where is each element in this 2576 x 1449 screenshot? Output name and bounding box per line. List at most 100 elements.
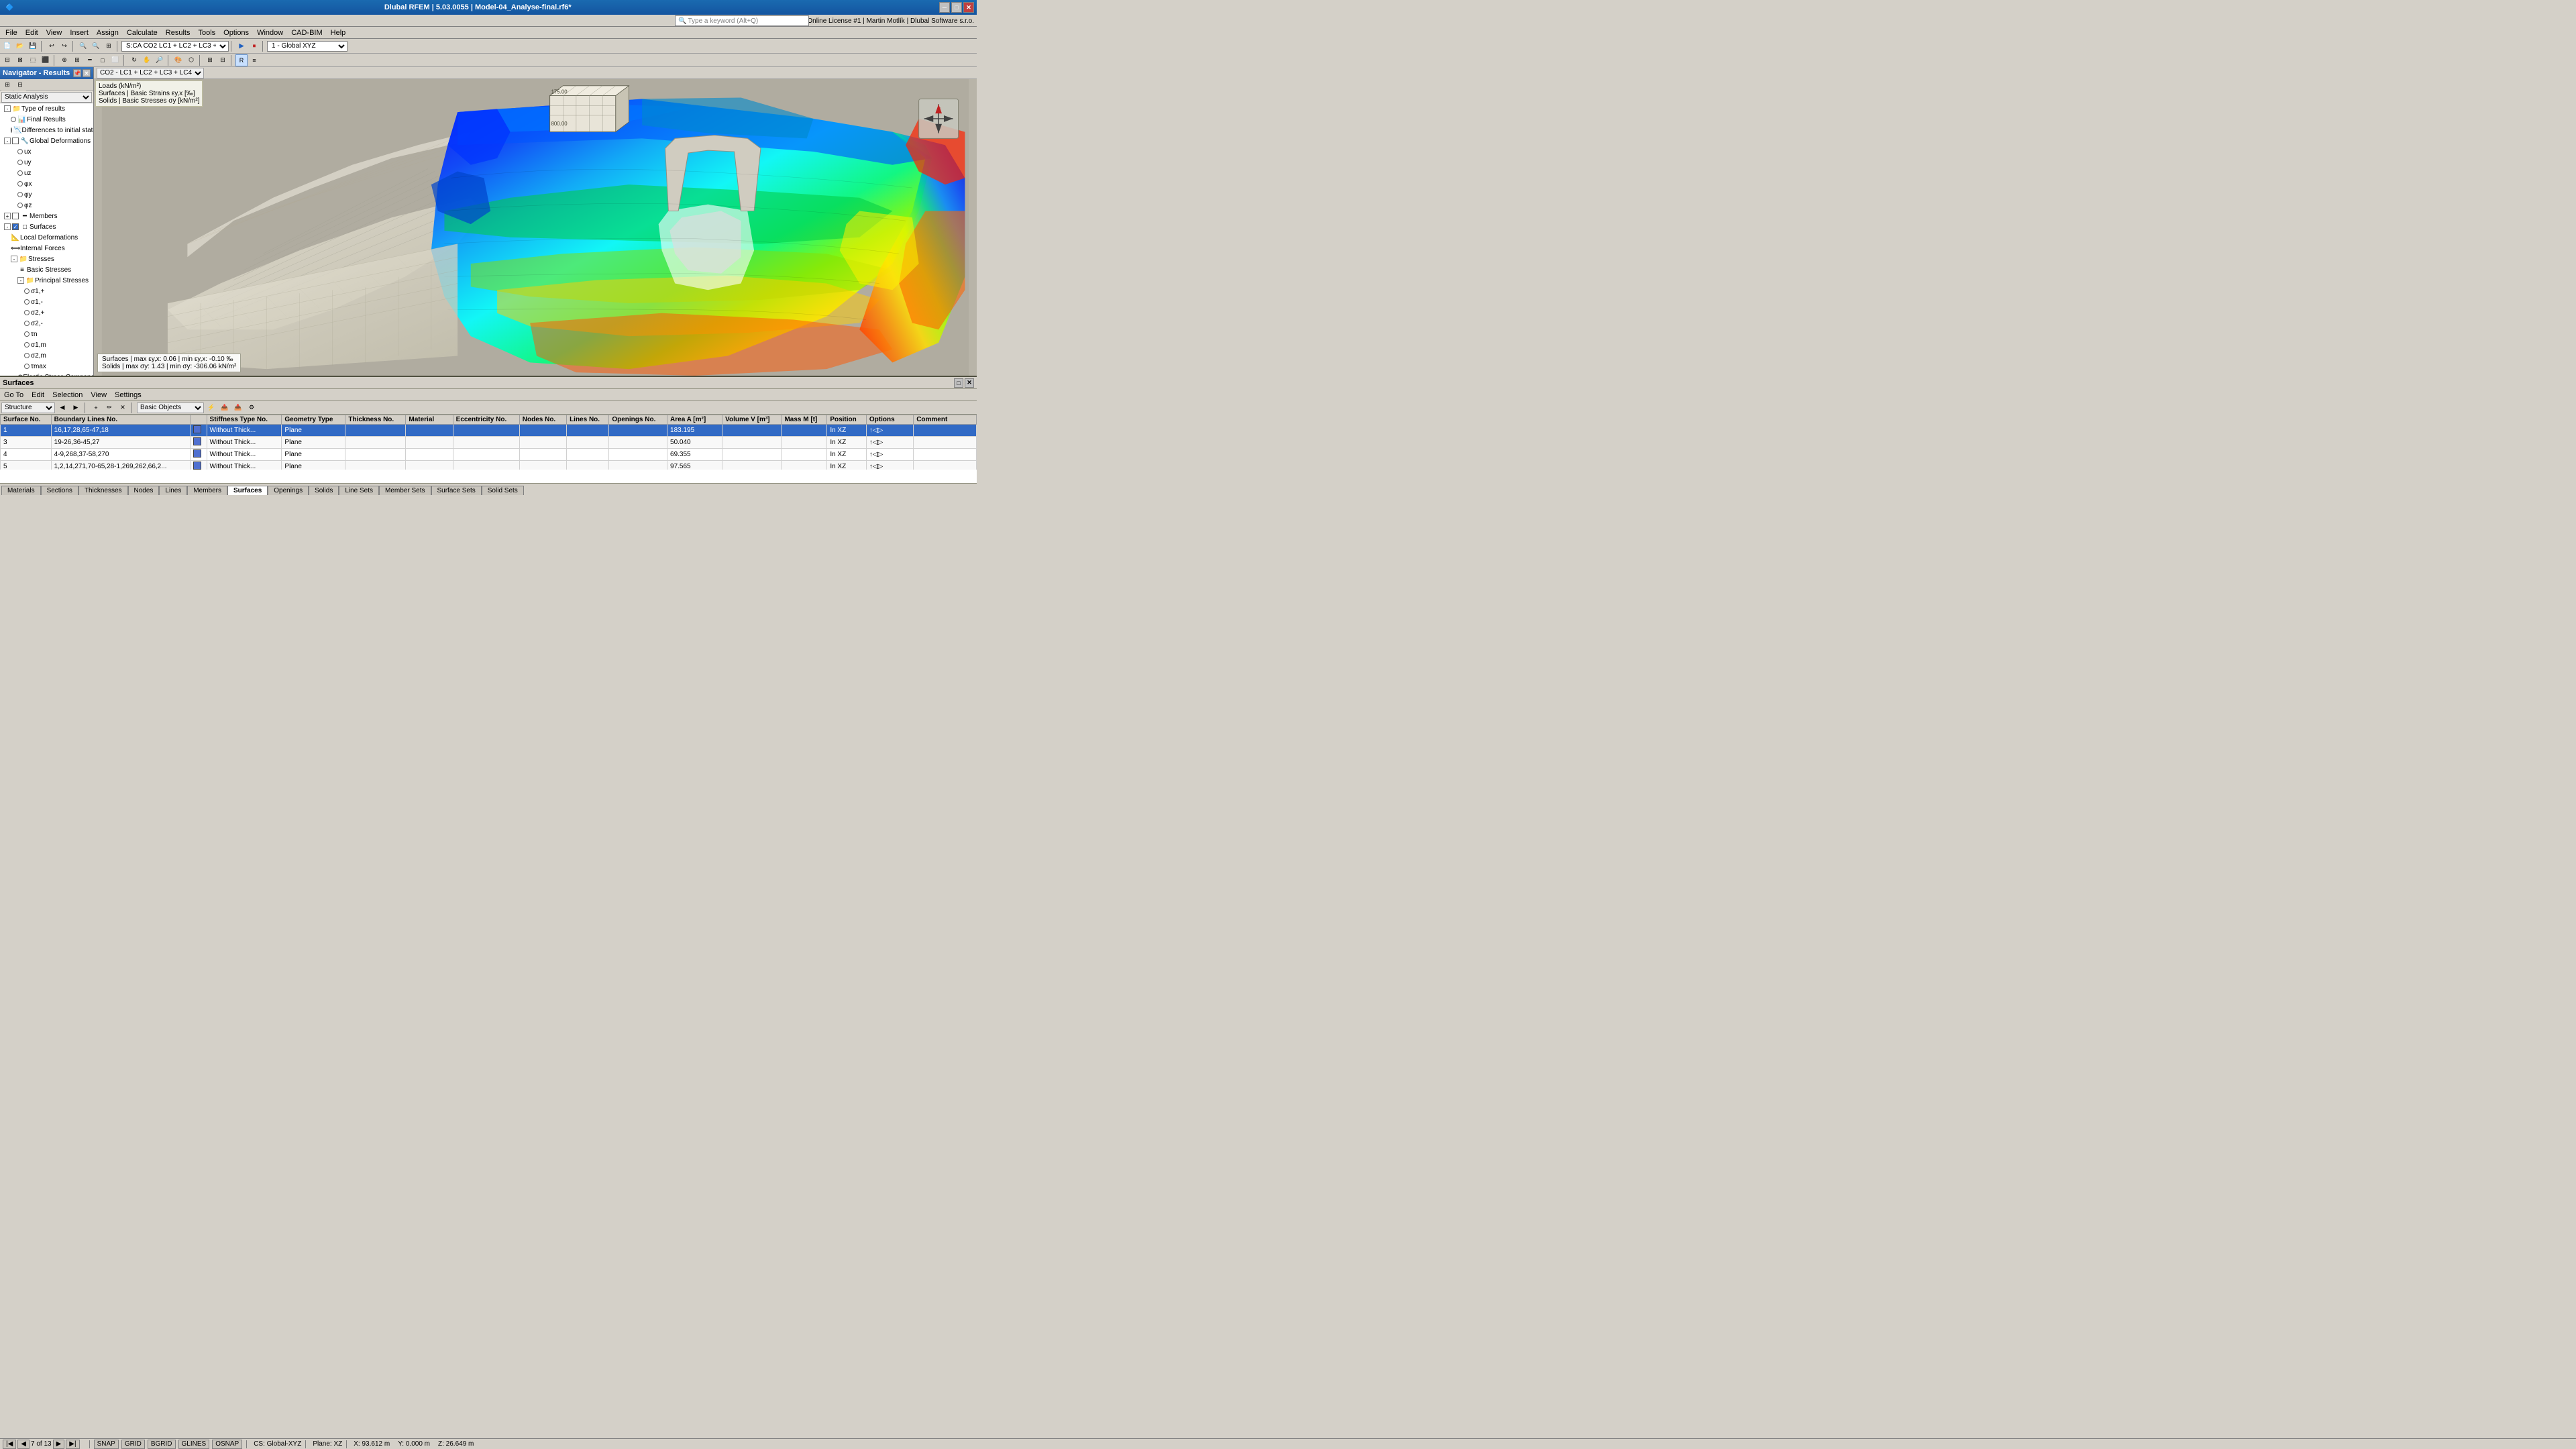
nav-pin[interactable]: 📌 [73,69,81,77]
tb-results-on[interactable]: R [235,54,248,66]
3d-view[interactable]: CO2 - LC1 + LC2 + LC3 + LC4 Loads (kN/m²… [94,67,977,376]
tb-deselect[interactable]: ⊟ [217,54,229,66]
bmenu-goto[interactable]: Go To [4,391,23,399]
tb-view1[interactable]: ⊟ [1,54,13,66]
bt-next[interactable]: ▶ [70,402,82,414]
tb-surfaces2[interactable]: □ [97,54,109,66]
tb-rotate[interactable]: ↻ [128,54,140,66]
bt-edit[interactable]: ✏ [103,402,115,414]
chk-global-def[interactable] [12,138,19,144]
tree-type-results[interactable]: - 📁 Type of results [0,103,93,114]
tab-surfacesets[interactable]: Surface Sets [431,486,482,495]
col-position[interactable]: Position [827,415,867,425]
tree-principal-stresses[interactable]: - 📁 Principal Stresses [0,275,93,286]
col-thickness[interactable]: Thickness No. [345,415,406,425]
tree-global-def[interactable]: - 🔧 Global Deformations [0,136,93,146]
bottom-basic-select[interactable]: Basic Objects [137,402,204,413]
tree-surfaces[interactable]: - ✓ □ Surfaces [0,221,93,232]
tree-px[interactable]: φx [0,178,93,189]
tb-stop[interactable]: ⏹ [248,40,260,52]
tb-zoom-in[interactable]: 🔍 [77,40,89,52]
col-eccen[interactable]: Eccentricity No. [453,415,519,425]
tab-members[interactable]: Members [187,486,227,495]
tree-local-def[interactable]: 📐 Local Deformations [0,232,93,243]
tb-open[interactable]: 📂 [14,40,26,52]
menu-assign[interactable]: Assign [93,28,123,38]
load-combo-select[interactable]: CO2 - LC1 + LC2 + LC3 + LC4 [97,68,204,78]
menu-options[interactable]: Options [219,28,253,38]
glines-btn[interactable]: GLINES [178,1440,210,1449]
bgrid-btn[interactable]: BGRID [148,1440,176,1449]
col-material[interactable]: Material [406,415,453,425]
expander-type-results[interactable]: - [4,105,11,112]
bottom-maximize[interactable]: □ [954,378,963,388]
tb-redo[interactable]: ↪ [58,40,70,52]
bt-filter[interactable]: ⚡ [205,402,217,414]
tree-differences[interactable]: 📉 Differences to initial state [0,125,93,136]
bmenu-settings[interactable]: Settings [115,391,142,399]
tb-zoom-window[interactable]: 🔎 [154,54,166,66]
exp-members[interactable]: + [4,213,11,219]
nav-close[interactable]: ✕ [83,69,91,77]
bottom-close[interactable]: ✕ [965,378,974,388]
col-surface-no[interactable]: Surface No. [1,415,52,425]
tab-lines[interactable]: Lines [159,486,187,495]
bt-add[interactable]: + [90,402,102,414]
bt-import[interactable]: 📥 [232,402,244,414]
tree-final-results[interactable]: 📊 Final Results [0,114,93,125]
table-row[interactable]: 1 16,17,28,65-47,18 Without Thick... Pla… [1,425,977,437]
col-nodes[interactable]: Nodes No. [519,415,566,425]
tb-view4[interactable]: ⬛ [40,54,52,66]
pag-last[interactable]: ▶| [66,1440,79,1449]
menu-edit[interactable]: Edit [21,28,42,38]
col-comment[interactable]: Comment [914,415,977,425]
col-boundary[interactable]: Boundary Lines No. [51,415,190,425]
tab-membersets[interactable]: Member Sets [379,486,431,495]
tab-materials[interactable]: Materials [1,486,41,495]
chk-surfaces[interactable]: ✓ [12,223,19,230]
nav-collapse-all[interactable]: ⊟ [14,79,26,91]
bt-delete[interactable]: ✕ [117,402,129,414]
tb-solids2[interactable]: ⬜ [109,54,121,66]
tree-pz[interactable]: φz [0,200,93,211]
pag-next[interactable]: ▶ [53,1440,65,1449]
tree-tn[interactable]: τn [0,329,93,339]
coord-select[interactable]: 1 - Global XYZ [267,41,347,52]
osnap-btn[interactable]: OSNAP [212,1440,242,1449]
bt-export[interactable]: 📤 [219,402,231,414]
tb-grid[interactable]: ⊞ [71,54,83,66]
exp-global-def[interactable]: - [4,138,11,144]
tree-tmax[interactable]: τmax [0,361,93,372]
tb-render[interactable]: 🎨 [172,54,184,66]
exp-surfaces[interactable]: - [4,223,11,230]
nav-analysis-select[interactable]: Static Analysis [1,92,92,103]
menu-results[interactable]: Results [162,28,195,38]
col-area[interactable]: Area A [m²] [667,415,722,425]
tb-new[interactable]: 📄 [1,40,13,52]
tree-py[interactable]: φy [0,189,93,200]
col-options[interactable]: Options [866,415,913,425]
tree-s1p[interactable]: σ1,+ [0,286,93,297]
col-stiffness[interactable]: Stiffness Type No. [207,415,282,425]
pag-prev[interactable]: ◀ [17,1440,30,1449]
col-geom[interactable]: Geometry Type [282,415,345,425]
tb-select-all[interactable]: ⊞ [204,54,216,66]
col-openings[interactable]: Openings No. [609,415,667,425]
col-color[interactable] [190,415,207,425]
menu-view[interactable]: View [42,28,66,38]
tab-solids[interactable]: Solids [309,486,339,495]
tb-wire[interactable]: ⬡ [185,54,197,66]
table-row[interactable]: 5 1,2,14,271,70-65,28-1,269,262,66,2... … [1,461,977,470]
table-row[interactable]: 3 19-26,36-45,27 Without Thick... Plane … [1,437,977,449]
bmenu-edit[interactable]: Edit [32,391,44,399]
menu-window[interactable]: Window [253,28,287,38]
close-button[interactable]: ✕ [963,2,974,13]
col-lines[interactable]: Lines No. [567,415,609,425]
tb-pan[interactable]: ✋ [141,54,153,66]
tb-zoom-all[interactable]: ⊞ [103,40,115,52]
bmenu-selection[interactable]: Selection [52,391,83,399]
tb-save[interactable]: 💾 [27,40,39,52]
tab-thicknesses[interactable]: Thicknesses [78,486,128,495]
col-volume[interactable]: Volume V [m³] [722,415,782,425]
tree-s1m[interactable]: σ1,- [0,297,93,307]
